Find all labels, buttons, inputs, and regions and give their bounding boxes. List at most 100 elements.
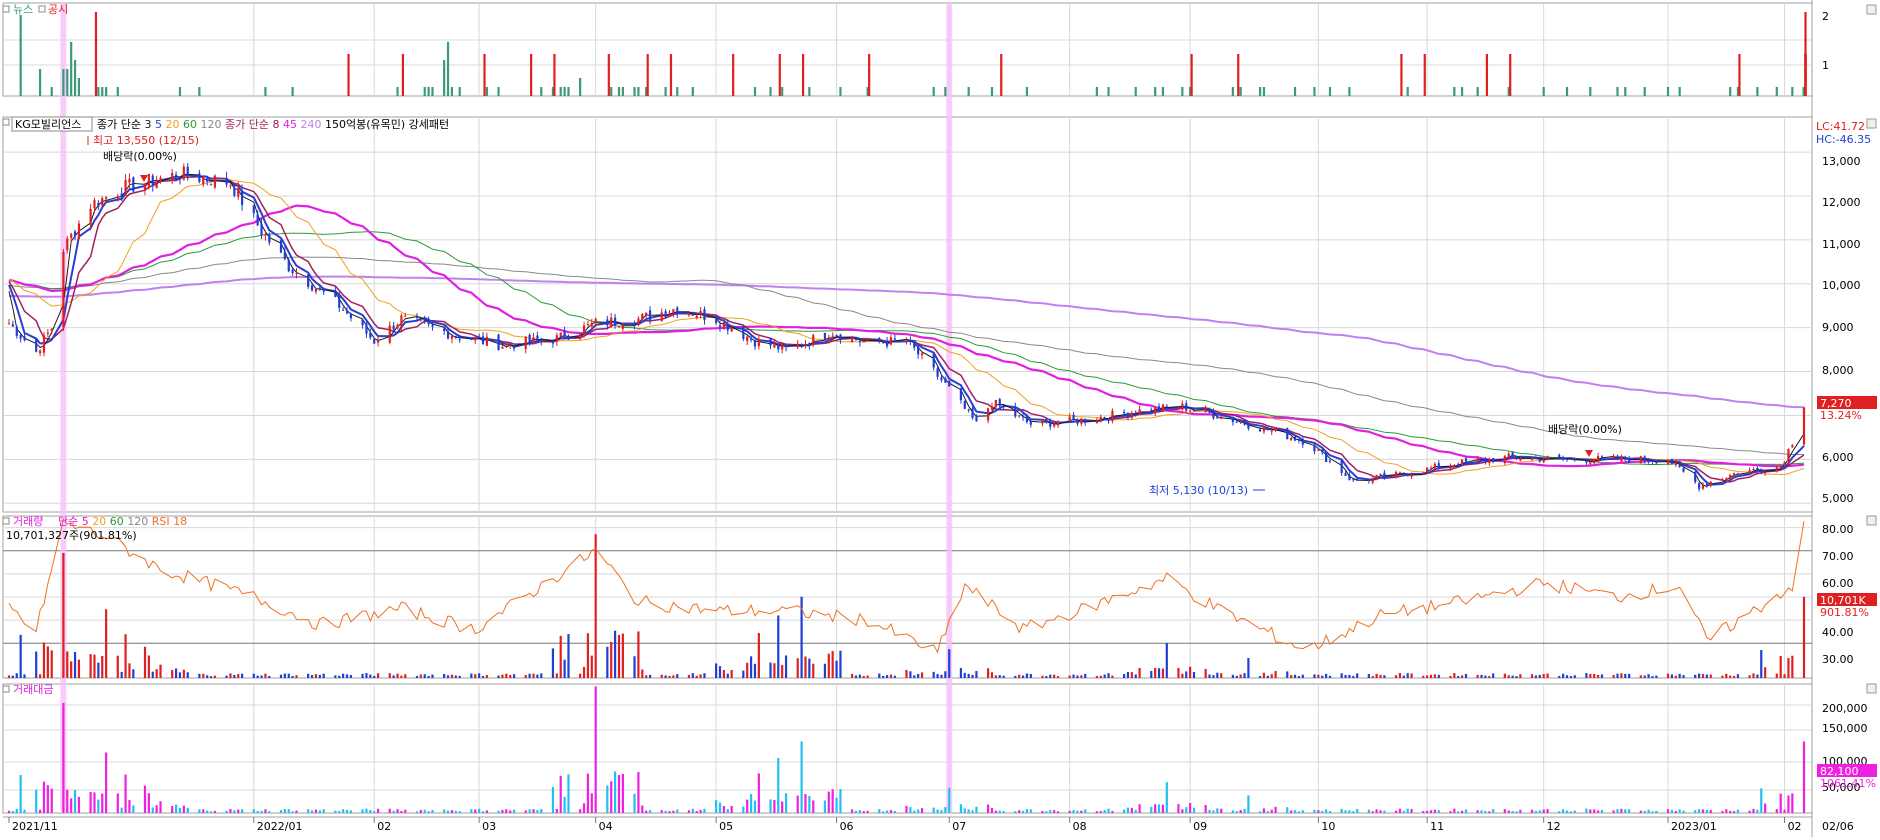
legend-entry: RSI 18 <box>148 515 187 528</box>
trading-value-bar <box>971 810 974 813</box>
chart-canvas[interactable]: 뉴스 공시 2 1 KG모빌리언스 종가 단순 3 5 20 60 120 종가… <box>0 0 1880 837</box>
volume-bar <box>1756 674 1759 678</box>
trading-value-bar <box>1729 810 1732 813</box>
x-axis-label: 08 <box>1073 820 1087 833</box>
candle-body <box>66 238 69 251</box>
candle-body <box>1620 456 1623 462</box>
volume-bar <box>1775 673 1778 678</box>
news-bar <box>839 87 842 96</box>
volume-bar <box>1406 673 1409 678</box>
candle-body <box>715 319 718 323</box>
volume-bar <box>1593 673 1596 678</box>
volume-bar <box>645 675 648 678</box>
trading-value-bar <box>773 799 776 813</box>
trading-value-bar <box>450 810 454 813</box>
volume-bar <box>882 675 885 678</box>
candle-body <box>1045 418 1048 421</box>
volume-bar <box>606 646 609 678</box>
trading-value-bar <box>586 773 590 813</box>
tv-tick: 150,000 <box>1822 722 1868 735</box>
legend-entry: 240 <box>297 118 322 131</box>
candle-body <box>361 319 364 326</box>
volume-bar <box>454 675 457 678</box>
collapse-button-icon[interactable] <box>1866 683 1877 694</box>
candle-body <box>318 288 321 290</box>
trading-value-bar <box>50 788 53 813</box>
candle-body <box>202 177 205 185</box>
candle-body <box>695 315 698 319</box>
candle-body <box>1589 462 1592 464</box>
candle-body <box>746 336 749 342</box>
news-bar <box>1589 87 1592 96</box>
trading-value-bar <box>1410 809 1413 813</box>
candle-body <box>831 335 834 337</box>
trading-value-bar <box>1764 803 1767 813</box>
volume-bar <box>617 634 621 678</box>
volume-bar <box>1620 673 1623 678</box>
candle-body <box>213 175 217 188</box>
trading-value-bar <box>808 795 811 813</box>
volume-bar <box>415 676 419 678</box>
news-bar <box>621 87 624 96</box>
trading-value-bar <box>62 703 65 813</box>
news-bar <box>443 60 446 96</box>
collapse-button-icon[interactable] <box>1866 515 1877 526</box>
trading-value-bar <box>1041 810 1044 813</box>
collapse-button-icon[interactable] <box>1866 4 1877 15</box>
trading-value-bar <box>1426 810 1429 813</box>
candle-body <box>718 325 722 328</box>
trading-value-bar <box>967 809 970 813</box>
news-bar <box>427 87 430 96</box>
volume-bar <box>1348 674 1351 678</box>
volume-bar <box>1286 671 1289 678</box>
trading-value-bar <box>990 807 994 813</box>
volume-bar <box>722 669 725 678</box>
volume-bar <box>823 663 827 678</box>
news-bar <box>781 87 784 96</box>
candle-body <box>1449 465 1452 470</box>
volume-bar <box>1204 668 1207 678</box>
trading-value-bar <box>1655 810 1658 813</box>
trading-value-bar <box>1457 811 1460 813</box>
news-bar <box>540 87 543 96</box>
candle-body <box>893 338 896 340</box>
disclosure-bar <box>1237 54 1240 96</box>
candle-body <box>478 336 481 338</box>
x-axis-label: 02 <box>1788 820 1802 833</box>
rsi-tick: 80.00 <box>1822 523 1854 536</box>
volume-bar <box>287 673 290 678</box>
volume-right-pct: 901.81% <box>1820 606 1869 619</box>
volume-bar <box>1157 668 1161 678</box>
volume-bar <box>1612 675 1615 678</box>
trading-value-bar <box>322 809 325 813</box>
news-bar <box>458 87 461 96</box>
candle-body <box>551 341 555 344</box>
trading-value-bar <box>233 810 236 813</box>
candle-body <box>532 337 535 342</box>
candle-body <box>777 344 780 350</box>
trading-value-bar <box>206 810 209 813</box>
volume-bar <box>128 663 131 678</box>
volume-bar <box>1247 658 1250 678</box>
volume-bar <box>1002 675 1005 678</box>
trading-value-bar <box>917 809 920 813</box>
news-bar <box>73 60 77 96</box>
candle-body <box>377 340 380 343</box>
trading-value-bar <box>151 807 154 813</box>
trading-value-bar <box>963 808 966 813</box>
candle-body <box>749 338 753 340</box>
collapse-button-icon[interactable] <box>1866 118 1877 129</box>
trading-value-bar <box>1185 807 1188 813</box>
news-bar <box>944 87 947 96</box>
trading-value-bar <box>1546 809 1549 813</box>
candle-body <box>322 288 325 292</box>
trading-value-bar <box>1266 810 1269 813</box>
volume-bar <box>497 675 500 678</box>
volume-bar <box>1072 674 1075 678</box>
volume-bar <box>1243 673 1246 678</box>
volume-bar <box>1189 666 1192 678</box>
volume-bar <box>1503 673 1506 678</box>
candle-body <box>1585 460 1588 463</box>
trading-value-bar <box>579 809 582 813</box>
volume-bar <box>749 656 753 678</box>
